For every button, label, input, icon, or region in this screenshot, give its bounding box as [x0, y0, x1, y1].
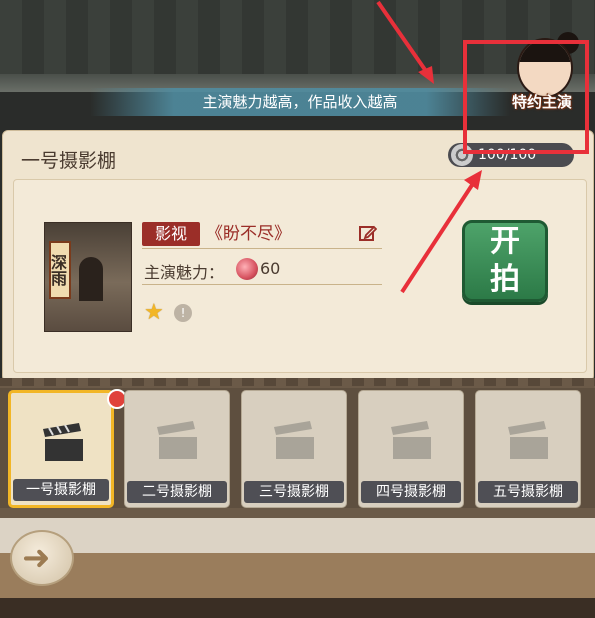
- studio-slot-3[interactable]: 三号摄影棚: [241, 390, 347, 508]
- genre-tag: 影视: [142, 222, 200, 246]
- clapperboard-icon: [157, 421, 197, 459]
- work-title: 《盼不尽》: [206, 224, 291, 244]
- start-filming-button[interactable]: 开 拍: [462, 220, 548, 302]
- charm-label: 主演魅力：: [144, 263, 225, 282]
- back-arrow-icon: ➜: [22, 538, 51, 578]
- clapperboard-icon: [274, 421, 314, 459]
- rose-icon: [236, 258, 258, 280]
- start-button-line1: 开: [490, 224, 520, 259]
- studio-slot-label: 五号摄影棚: [478, 481, 578, 503]
- studio-slot-label: 三号摄影棚: [244, 481, 344, 503]
- title-underline: [142, 248, 382, 249]
- studio-slot-1[interactable]: 一号摄影棚: [8, 389, 127, 508]
- studio-slot-4[interactable]: 四号摄影棚: [358, 390, 464, 508]
- studio-slot-5[interactable]: 五号摄影棚: [475, 390, 581, 508]
- info-icon[interactable]: !: [174, 304, 192, 322]
- studio-slot-2[interactable]: 二号摄影棚: [124, 390, 230, 508]
- charm-underline: [142, 284, 382, 285]
- start-button-line2: 拍: [490, 262, 520, 297]
- back-button[interactable]: ➜: [10, 530, 74, 586]
- studio-slot-label: 二号摄影棚: [127, 481, 227, 503]
- clapperboard-icon: [508, 421, 548, 459]
- work-card: 深雨 影视 《盼不尽》 主演魅力： 60 ★ ! 开 拍: [13, 179, 587, 373]
- work-poster[interactable]: 深雨: [44, 222, 132, 332]
- bottom-band: [0, 518, 595, 618]
- hint-banner: 主演魅力越高，作品收入越高: [90, 88, 510, 116]
- clapperboard-icon: [43, 423, 83, 461]
- edit-icon[interactable]: [359, 224, 377, 242]
- poster-sign: 深雨: [48, 241, 71, 299]
- annotation-highlight-box: [463, 40, 589, 154]
- studio-title: 一号摄影棚: [21, 150, 117, 172]
- clapperboard-icon: [391, 421, 431, 459]
- studio-slot-label: 一号摄影棚: [13, 479, 109, 501]
- star-icon: ★: [144, 300, 164, 325]
- studio-panel: 一号摄影棚 100/100 深雨 影视 《盼不尽》 主演魅力： 60 ★ ! 开…: [2, 130, 594, 382]
- charm-value: 60: [260, 259, 281, 278]
- studio-slot-label: 四号摄影棚: [361, 481, 461, 503]
- door-icon: [79, 257, 103, 301]
